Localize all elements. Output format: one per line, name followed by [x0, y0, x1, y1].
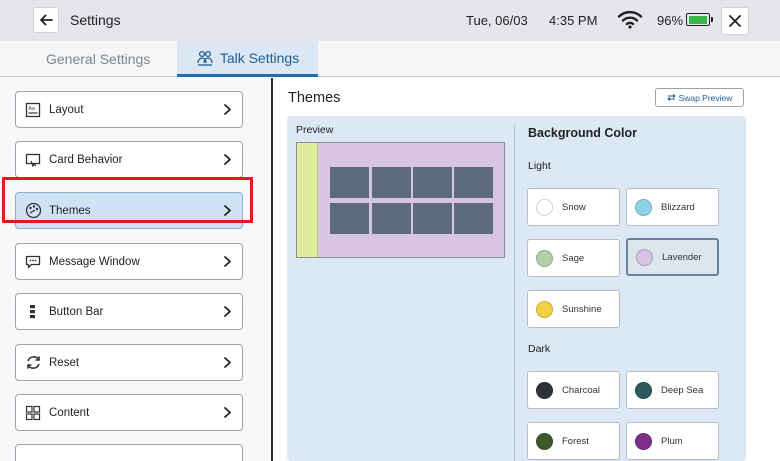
- preview-card: [454, 167, 493, 198]
- color-option-plum[interactable]: Plum: [626, 422, 719, 460]
- people-talk-icon: [197, 50, 213, 66]
- color-dot: [636, 248, 653, 266]
- color-dot: [635, 381, 652, 399]
- preview-card: [372, 167, 411, 198]
- back-button[interactable]: [33, 7, 59, 33]
- card-behavior-icon: [24, 151, 42, 169]
- color-label: Plum: [661, 435, 683, 447]
- page-title: Settings: [70, 12, 121, 28]
- chevron-right-icon: [224, 154, 231, 165]
- sidebar-item-label: Message Window: [49, 255, 140, 268]
- sidebar-item-label: Layout: [49, 103, 84, 116]
- sidebar-item-card-behavior[interactable]: Card Behavior: [15, 141, 243, 178]
- swap-icon: [666, 94, 676, 101]
- chevron-right-icon: [224, 357, 231, 368]
- color-dot: [536, 381, 553, 399]
- color-label: Sage: [562, 252, 585, 264]
- color-dot: [536, 249, 553, 267]
- dark-group-label: Dark: [528, 343, 551, 355]
- color-dot: [536, 300, 553, 318]
- time-text: 4:35 PM: [549, 13, 598, 28]
- sidebar-item-reset[interactable]: Reset: [15, 344, 243, 381]
- sidebar-item-message-window[interactable]: Message Window: [15, 243, 243, 280]
- preview-card: [330, 203, 369, 234]
- preview-card: [372, 203, 411, 234]
- button-bar-icon: [24, 303, 42, 321]
- wifi-icon: [617, 10, 643, 29]
- tab-talk-settings[interactable]: Talk Settings: [177, 41, 318, 77]
- reset-icon: [24, 354, 42, 372]
- battery-percent: 96%: [657, 13, 684, 28]
- message-icon: [24, 253, 42, 271]
- color-option-charcoal[interactable]: Charcoal: [527, 371, 620, 409]
- sidebar-item-label: Reset: [49, 356, 80, 369]
- svg-text:Aa: Aa: [29, 106, 35, 112]
- close-button[interactable]: [721, 7, 749, 35]
- close-icon: [729, 15, 741, 27]
- color-option-deep-sea[interactable]: Deep Sea: [626, 371, 719, 409]
- color-option-snow[interactable]: Snow: [527, 188, 620, 226]
- selection-highlight-box: [2, 177, 253, 223]
- swap-preview-label: Swap Preview: [678, 92, 733, 103]
- color-label: Sunshine: [562, 303, 602, 315]
- content-icon: [24, 404, 42, 422]
- preview-strip: [297, 143, 318, 257]
- color-dot: [635, 198, 652, 216]
- section-title: Themes: [288, 90, 341, 106]
- sidebar-item-button-bar[interactable]: Button Bar: [15, 293, 243, 330]
- color-option-sunshine[interactable]: Sunshine: [527, 290, 620, 328]
- color-option-sage[interactable]: Sage: [527, 239, 620, 277]
- panel-divider: [514, 125, 515, 461]
- date-text: Tue, 06/03: [466, 13, 528, 28]
- color-dot: [536, 198, 553, 216]
- back-arrow-icon: [40, 14, 53, 26]
- color-dot: [635, 432, 652, 450]
- sidebar-item-label: Button Bar: [49, 305, 104, 318]
- sidebar-item-layout[interactable]: Aa Layout: [15, 91, 243, 128]
- preview-label: Preview: [296, 124, 334, 136]
- color-label: Snow: [562, 201, 586, 213]
- preview-card: [454, 203, 493, 234]
- preview-card: [413, 203, 452, 234]
- preview-card: [330, 167, 369, 198]
- theme-preview: [296, 142, 505, 258]
- tab-label: Talk Settings: [219, 49, 300, 66]
- preview-card: [413, 167, 452, 198]
- swap-preview-button[interactable]: Swap Preview: [655, 88, 744, 107]
- chevron-right-icon: [224, 104, 231, 115]
- background-color-title: Background Color: [528, 126, 638, 140]
- light-group-label: Light: [528, 160, 551, 172]
- color-label: Forest: [562, 435, 589, 447]
- chevron-right-icon: [224, 407, 231, 418]
- battery-level-fill: [688, 15, 707, 24]
- sidebar: Aa Layout Card Behavior Themes Message W…: [0, 78, 273, 461]
- color-label: Lavender: [662, 251, 702, 263]
- color-label: Charcoal: [562, 384, 601, 396]
- layout-icon: Aa: [24, 101, 42, 119]
- sidebar-item-content[interactable]: Content: [15, 394, 243, 431]
- color-option-forest[interactable]: Forest: [527, 422, 620, 460]
- color-dot: [536, 432, 553, 450]
- color-option-blizzard[interactable]: Blizzard: [626, 188, 719, 226]
- sidebar-item-label: Card Behavior: [49, 153, 123, 166]
- sidebar-item-partial[interactable]: [15, 444, 243, 461]
- tab-general-settings[interactable]: General Settings: [46, 41, 150, 77]
- tab-label: General Settings: [46, 51, 151, 67]
- sidebar-item-label: Content: [49, 406, 90, 419]
- chevron-right-icon: [224, 256, 231, 267]
- battery-icon: [686, 13, 713, 26]
- settings-tabs: General Settings Talk Settings: [0, 41, 780, 77]
- color-label: Deep Sea: [661, 384, 704, 396]
- color-option-lavender[interactable]: Lavender: [626, 238, 719, 276]
- chevron-right-icon: [224, 306, 231, 317]
- status-bar: Settings Tue, 06/03 4:35 PM 96%: [0, 0, 780, 41]
- color-label: Blizzard: [661, 201, 695, 213]
